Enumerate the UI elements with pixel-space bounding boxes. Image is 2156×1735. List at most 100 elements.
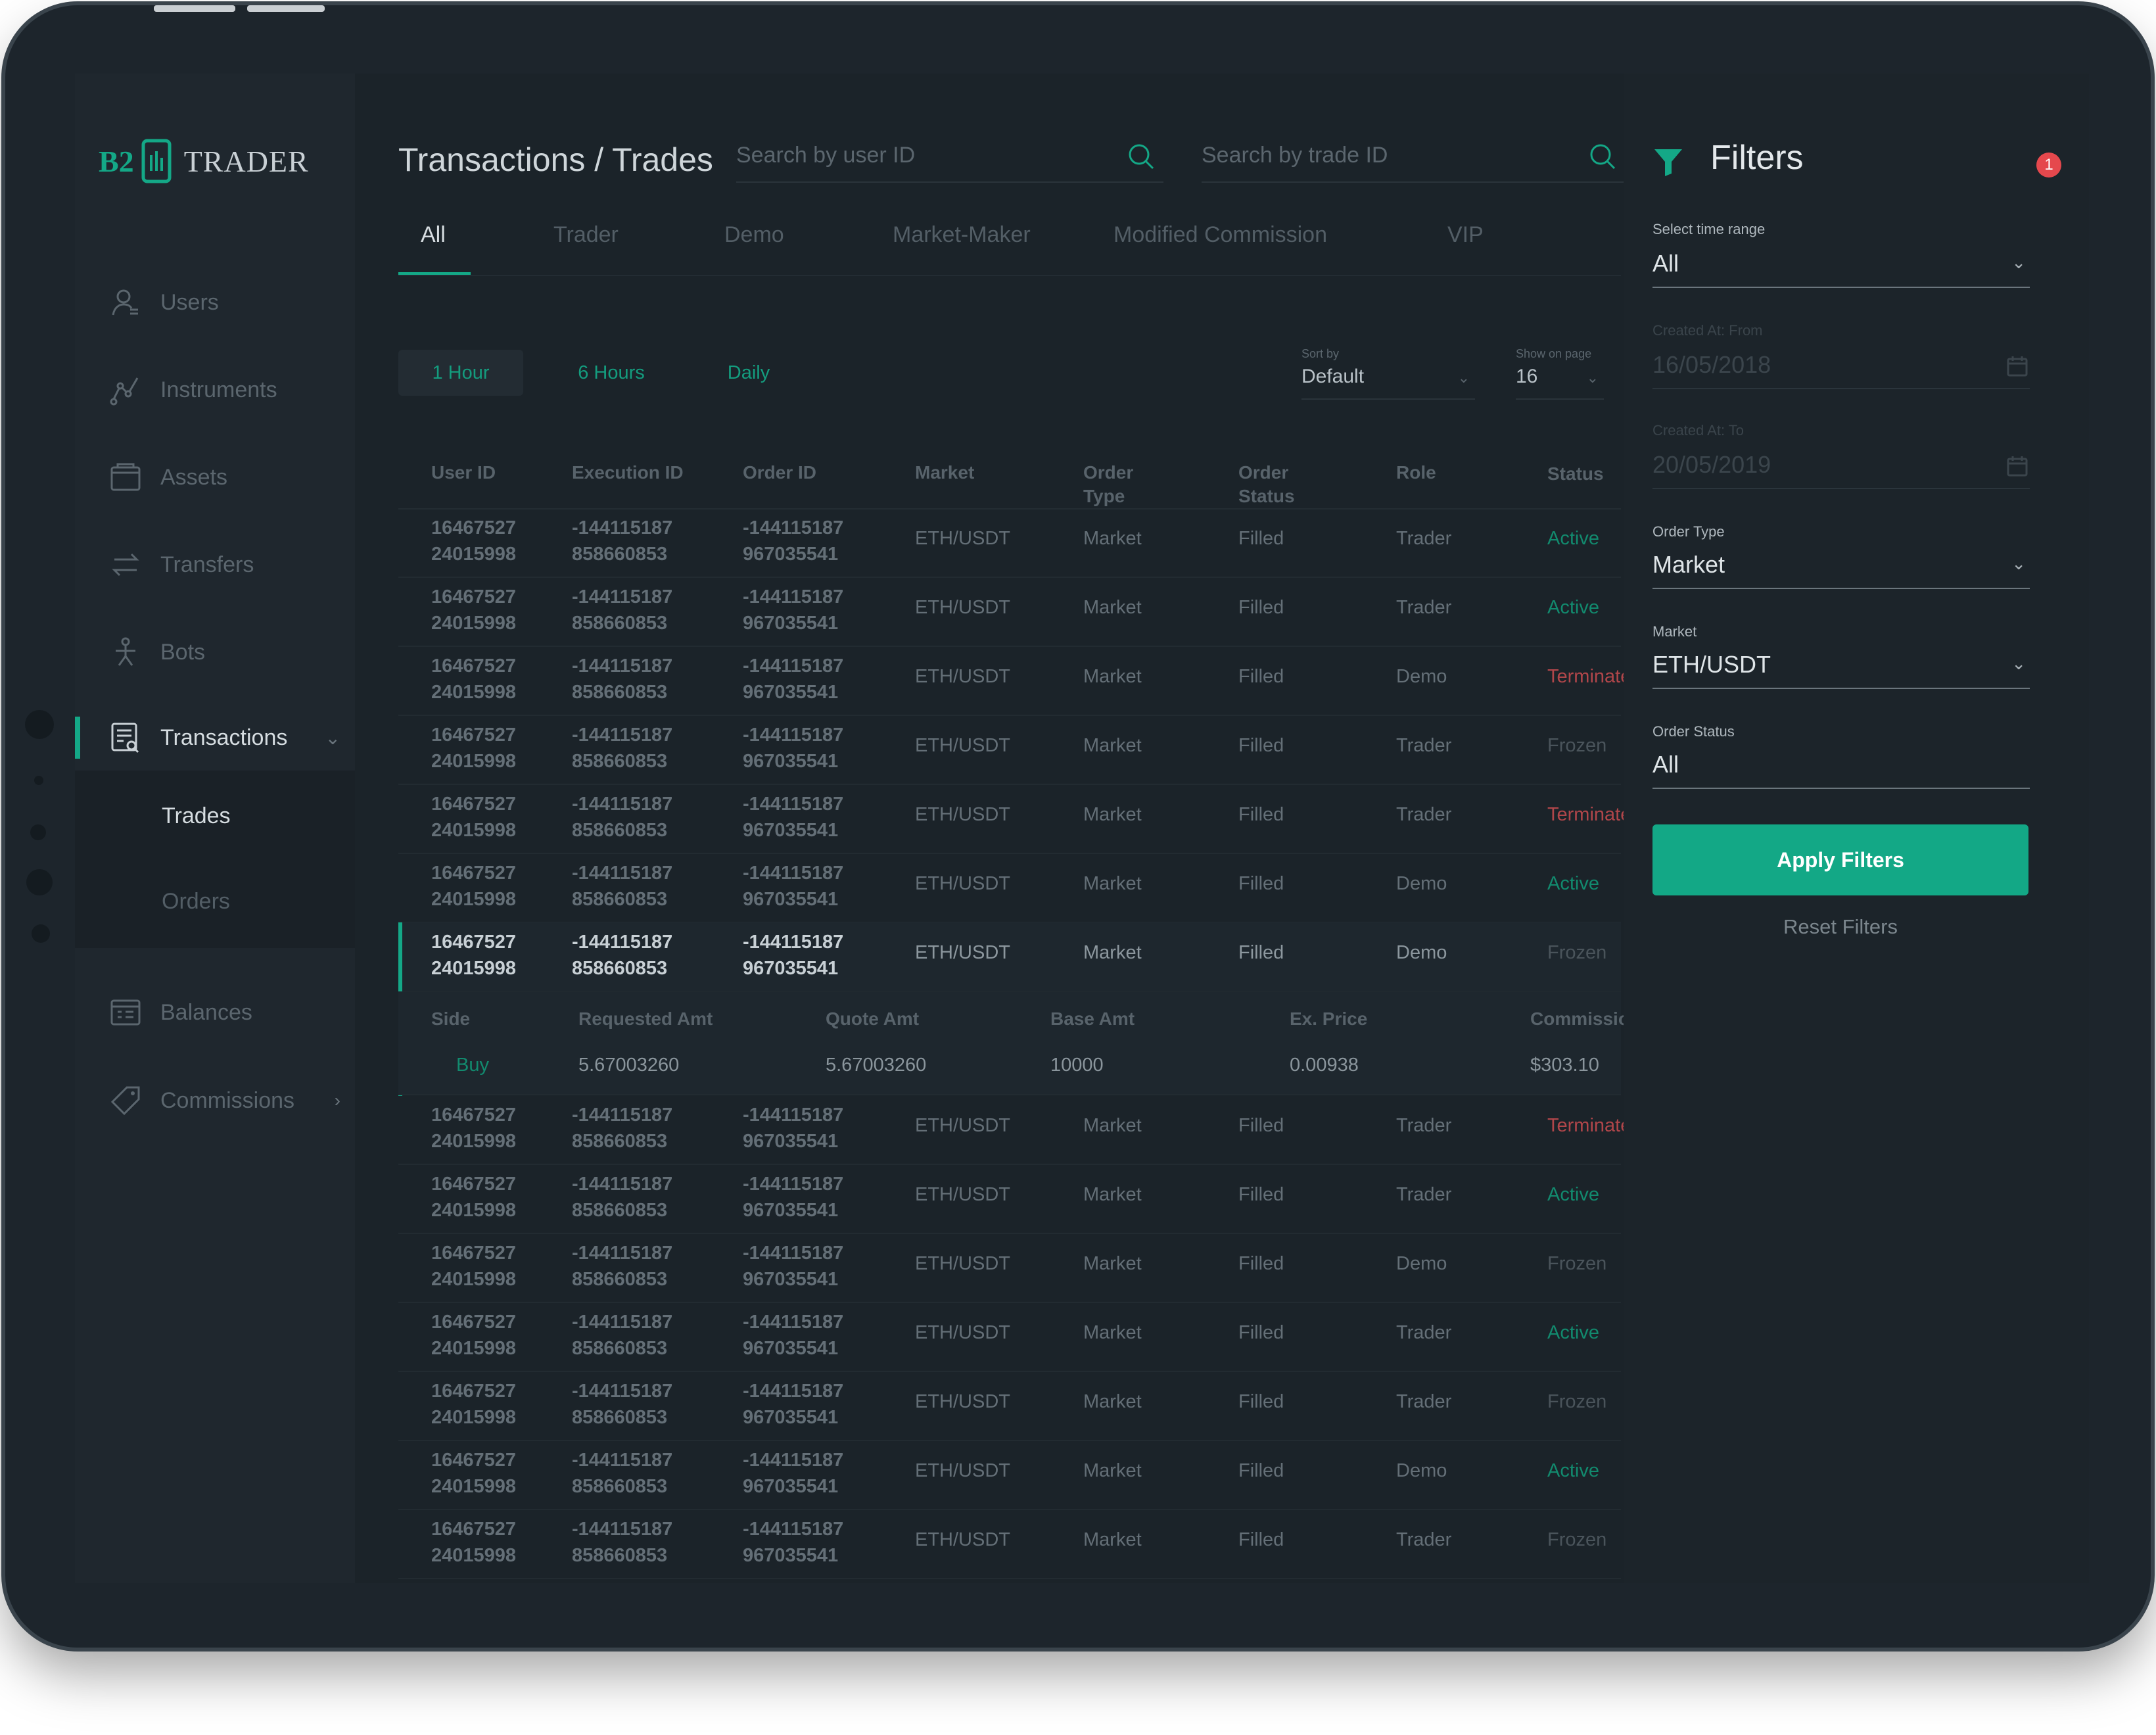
tab-all[interactable]: All (421, 222, 446, 248)
sidebar-item-balances[interactable]: Balances (75, 986, 355, 1039)
bots-icon (108, 634, 143, 670)
cell-order-type: Market (1083, 1253, 1142, 1274)
apply-filters-button[interactable]: Apply Filters (1652, 824, 2028, 895)
cell-user-id: 16467527 24015998 (431, 860, 516, 913)
cell-market: ETH/USDT (915, 942, 1010, 963)
tab-demo[interactable]: Demo (724, 222, 784, 248)
cell-line: -144115187 (743, 1519, 844, 1540)
cell-order-status: Filled (1238, 804, 1284, 825)
time-range-select[interactable]: All ⌄ (1652, 241, 2030, 288)
table-row[interactable]: 16467527 24015998 -144115187 858660853 -1441… (398, 853, 1621, 923)
th-user-id: User ID (431, 462, 496, 483)
created-to-field[interactable]: 20/05/2019 (1652, 442, 2030, 489)
th-role: Role (1396, 462, 1436, 483)
table-row[interactable]: 16467527 24015998 -144115187 858660853 -1441… (398, 577, 1621, 647)
chevron-down-icon[interactable]: ⌄ (325, 727, 340, 749)
cell-market: ETH/USDT (915, 597, 1010, 618)
table-row[interactable]: 16467527 24015998 -144115187 858660853 -1441… (398, 1371, 1621, 1441)
sort-select[interactable]: Default ⌄ (1301, 366, 1475, 400)
cell-line: 16467527 (431, 1243, 517, 1264)
sidebar-item-commissions[interactable]: Commissions › (75, 1074, 355, 1127)
cell-order-id: -144115187 967035541 (743, 1171, 843, 1224)
cell-line: 16467527 (431, 794, 517, 815)
cell-line: 24015998 (431, 751, 517, 772)
cell-line: -144115187 (572, 1243, 673, 1264)
cell-line: 24015998 (431, 1338, 517, 1359)
market-select[interactable]: ETH/USDT ⌄ (1652, 642, 2030, 689)
cell-line: 858660853 (572, 820, 668, 841)
market-label: Market (1652, 623, 1697, 640)
table-row[interactable]: 16467527 24015998 -144115187 858660853 -1441… (398, 1164, 1621, 1234)
order-status-select[interactable]: All (1652, 742, 2030, 789)
sidebar-subitem-trades[interactable]: Trades (162, 803, 231, 829)
sidebar-item-label: Balances (160, 999, 252, 1025)
search-icon[interactable] (1127, 142, 1156, 174)
table-row[interactable]: 16467527 24015998 -144115187 858660853 -1441… (398, 715, 1621, 785)
chevron-down-icon: ⌄ (1586, 369, 1599, 386)
search-trade-input[interactable]: Search by trade ID (1202, 129, 1625, 183)
filters-panel: Filters Select time range All ⌄ Created … (1624, 74, 2089, 1583)
cell-user-id: 16467527 24015998 (431, 929, 516, 982)
range-6-hours-button[interactable]: 6 Hours (546, 350, 677, 396)
cell-market: ETH/USDT (915, 666, 1010, 687)
cell-line: 967035541 (743, 613, 839, 634)
cell-order-id: -144115187 967035541 (743, 653, 843, 705)
cell-line: -144115187 (572, 932, 673, 953)
cell-role: Trader (1396, 1391, 1452, 1412)
cell-exec-id: -144115187 858660853 (572, 1171, 672, 1224)
cell-order-id: -144115187 967035541 (743, 860, 843, 913)
cell-status: Active (1547, 1322, 1599, 1343)
cell-line: -144115187 (572, 794, 673, 815)
cell-line: 858660853 (572, 1131, 668, 1152)
logo-trader: TRADER (183, 144, 309, 178)
tab-trader[interactable]: Trader (553, 222, 619, 248)
cell-order-id: -144115187 967035541 (743, 584, 843, 636)
sidebar-item-users[interactable]: Users (75, 276, 355, 329)
cell-line: 16467527 (431, 1519, 517, 1540)
cell-order-type: Market (1083, 1391, 1142, 1412)
cell-line: -144115187 (572, 1174, 673, 1195)
range-daily-button[interactable]: Daily (693, 350, 805, 396)
reset-filters-button[interactable]: Reset Filters (1652, 915, 2028, 939)
tab-market-maker[interactable]: Market-Maker (893, 222, 1031, 248)
table-row[interactable]: 16467527 24015998 -144115187 858660853 -1441… (398, 1095, 1641, 1165)
range-1-hour-button[interactable]: 1 Hour (398, 350, 523, 396)
search-user-input[interactable]: Search by user ID (736, 129, 1163, 183)
sensor-dot (32, 924, 50, 943)
cell-order-id: -144115187 967035541 (743, 1309, 843, 1362)
tab-vip[interactable]: VIP (1447, 222, 1484, 248)
sidebar-item-assets[interactable]: Assets (75, 451, 355, 504)
table-row[interactable]: 16467527 24015998 -144115187 858660853 -1441… (398, 646, 1641, 716)
cell-order-type: Market (1083, 873, 1142, 894)
table-row[interactable]: 16467527 24015998 -144115187 858660853 -1441… (398, 784, 1641, 854)
cell-line: 24015998 (431, 544, 517, 565)
calendar-icon[interactable] (2006, 355, 2028, 377)
chevron-right-icon[interactable]: › (335, 1090, 340, 1111)
created-from-field[interactable]: 16/05/2018 (1652, 342, 2030, 389)
calendar-icon[interactable] (2006, 455, 2028, 477)
created-to-label: Created At: To (1652, 422, 1745, 439)
cell-user-id: 16467527 24015998 (431, 722, 516, 774)
table-row[interactable]: 16467527 24015998 -144115187 858660853 -1441… (398, 922, 1621, 1096)
sensor-dot (34, 776, 43, 785)
table-row[interactable]: 16467527 24015998 -144115187 858660853 -1441… (398, 1233, 1621, 1303)
cell-line: 16467527 (431, 1450, 517, 1471)
order-type-select[interactable]: Market ⌄ (1652, 542, 2030, 589)
table-row[interactable]: 16467527 24015998 -144115187 858660853 -1441… (398, 1302, 1621, 1372)
page-size-select[interactable]: 16 ⌄ (1516, 366, 1604, 400)
cell-exec-id: -144115187 858660853 (572, 1447, 672, 1500)
sidebar-item-instruments[interactable]: Instruments (75, 364, 355, 416)
table-row[interactable]: 16467527 24015998 -144115187 858660853 -1441… (398, 1509, 1621, 1579)
table-row[interactable]: 16467527 24015998 -144115187 858660853 -1441… (398, 508, 1621, 578)
sidebar-subitem-orders[interactable]: Orders (162, 889, 230, 915)
tab-modified-commission[interactable]: Modified Commission (1113, 222, 1327, 248)
search-icon[interactable] (1588, 142, 1617, 174)
cell-order-status: Filled (1238, 1115, 1284, 1136)
sidebar-item-transfers[interactable]: Transfers (75, 538, 355, 591)
table-row[interactable]: 16467527 24015998 -144115187 858660853 -1441… (398, 1440, 1621, 1510)
cell-user-id: 16467527 24015998 (431, 1309, 516, 1362)
cell-line: 858660853 (572, 613, 668, 634)
sidebar-item-transactions[interactable]: Transactions ⌄ (75, 711, 355, 764)
sidebar-item-bots[interactable]: Bots (75, 626, 355, 678)
cell-user-id: 16467527 24015998 (431, 1102, 516, 1154)
